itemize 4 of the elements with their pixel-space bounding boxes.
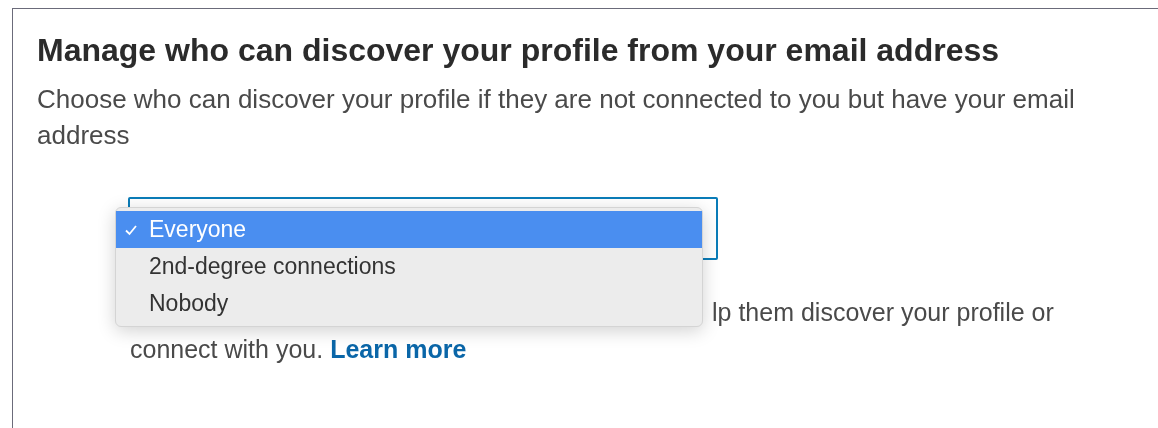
section-heading: Manage who can discover your profile from your email address — [37, 31, 1001, 70]
description-text: Choose who can discover your profile if they are not connected to you but have your email address — [37, 83, 1076, 152]
note-text-fragment: lp them discover your profile or — [712, 298, 1054, 326]
note-text: connect with you. — [130, 335, 324, 363]
